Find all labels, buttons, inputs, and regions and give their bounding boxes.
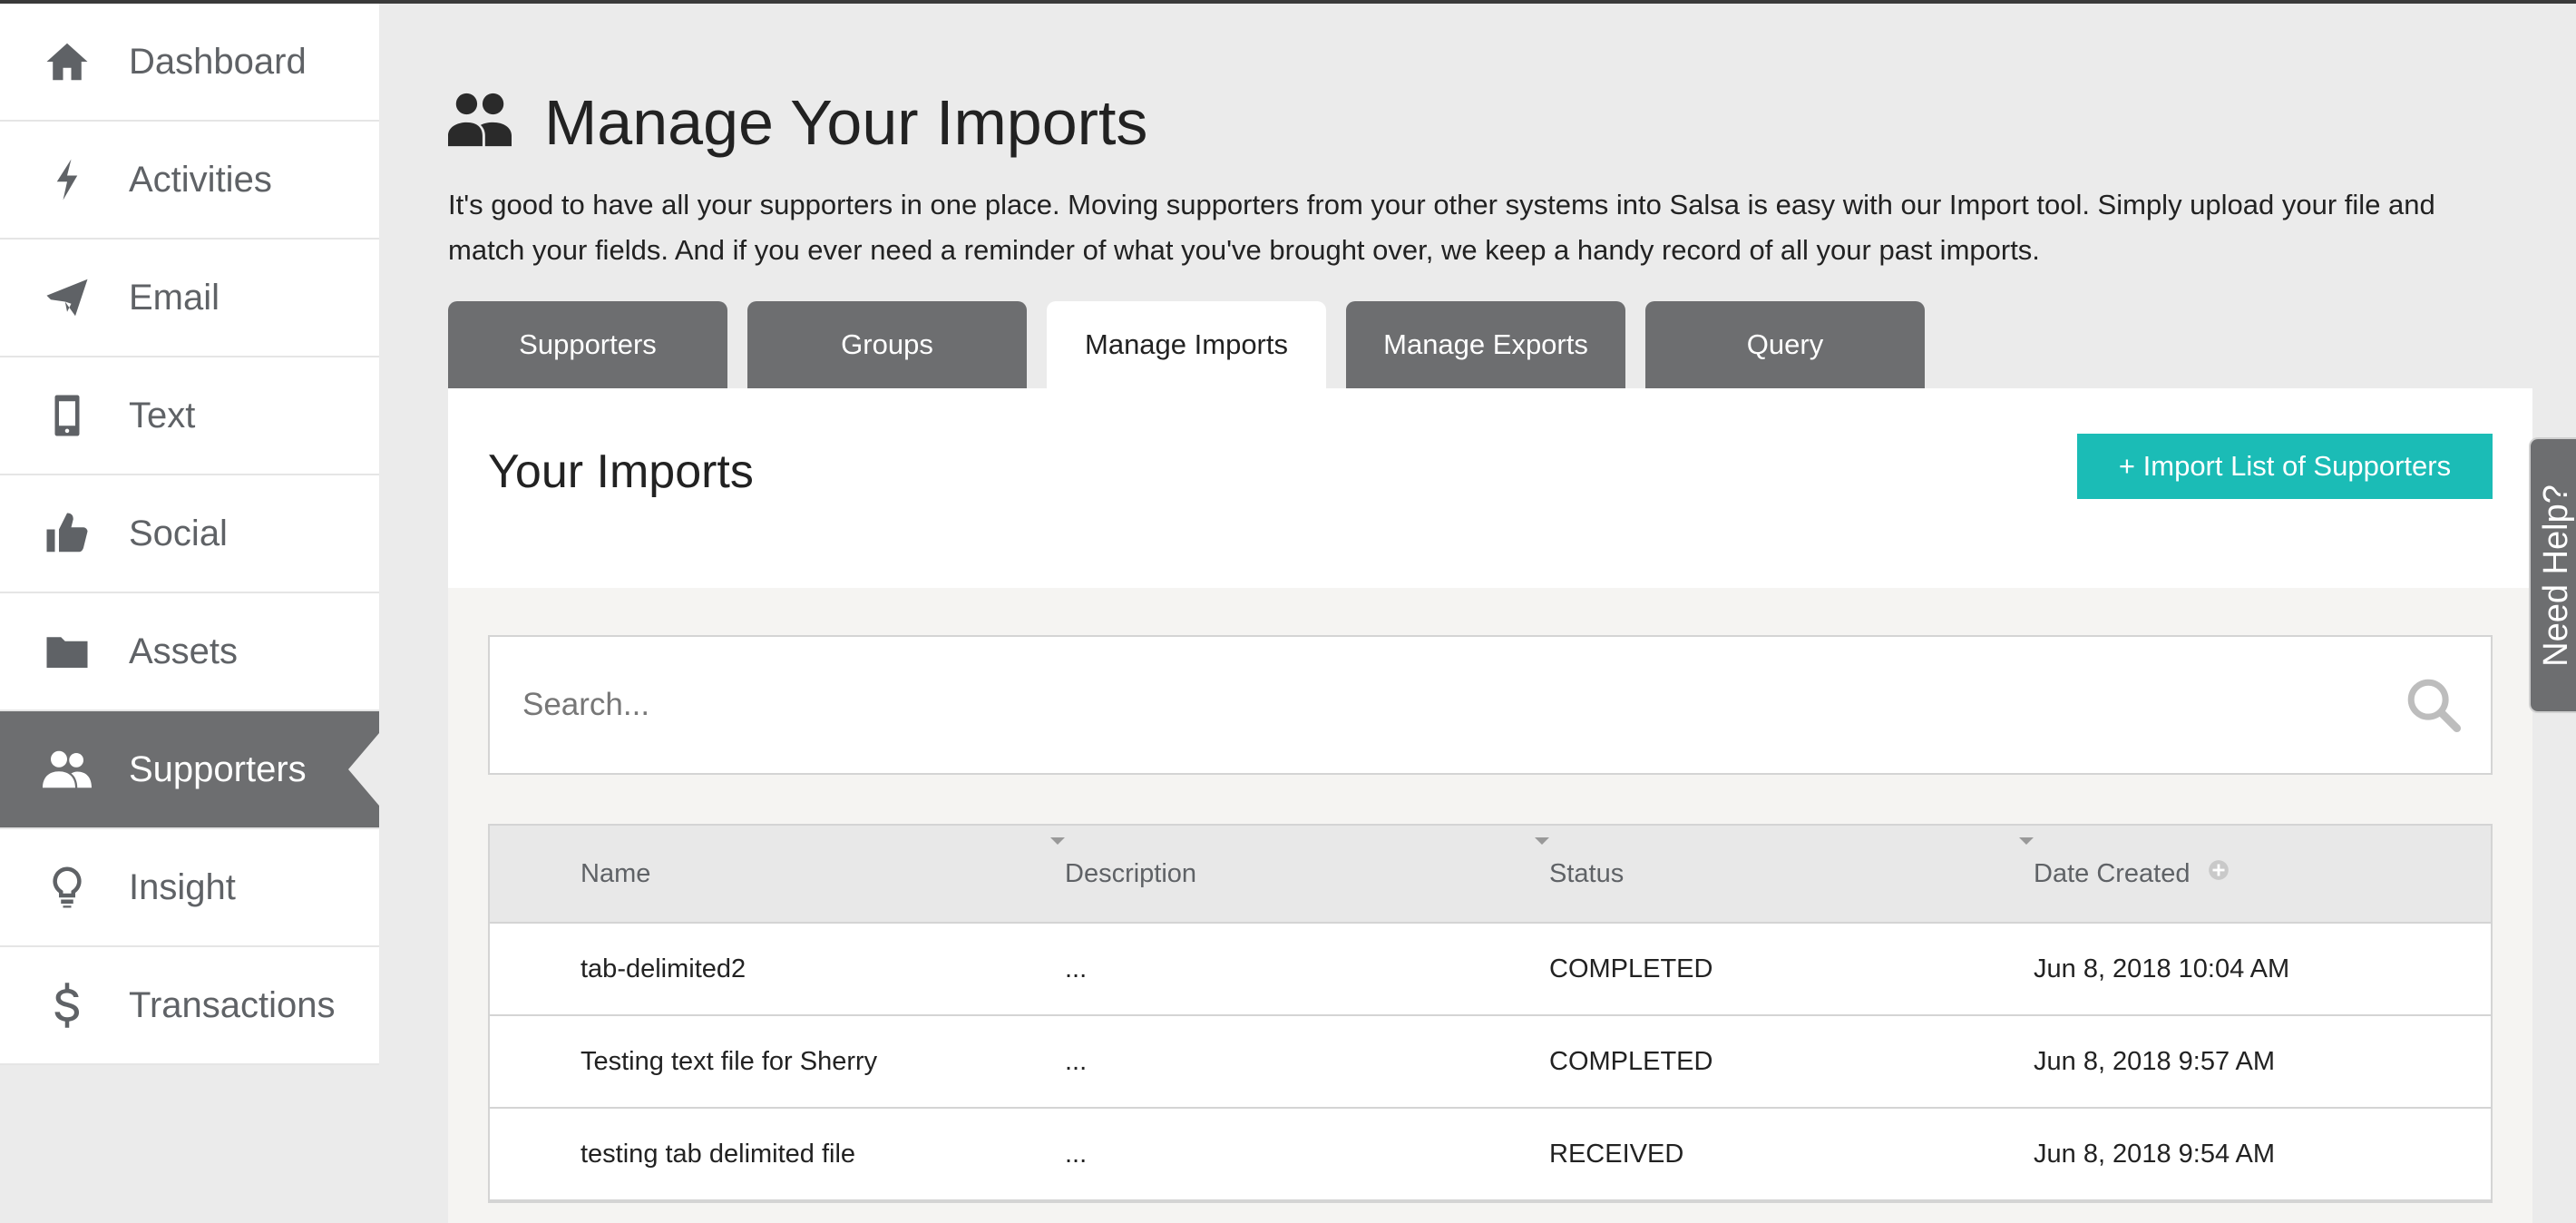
import-list-button[interactable]: + Import List of Supporters	[2077, 434, 2493, 499]
sidebar-item-text[interactable]: Text	[0, 357, 379, 475]
column-header-label: Status	[1549, 858, 1625, 888]
sidebar-item-dashboard[interactable]: Dashboard	[0, 4, 379, 122]
column-resize-caret-icon	[1535, 837, 1549, 845]
page-title: Manage Your Imports	[544, 86, 1148, 158]
intro-text: It's good to have all your supporters in…	[448, 189, 2435, 266]
row-status: COMPLETED	[1549, 1046, 1713, 1076]
table-header: Name Description Status Date Created	[490, 826, 2491, 924]
imports-table: Name Description Status Date Created tab…	[488, 824, 2493, 1203]
row-date: Jun 8, 2018 9:57 AM	[2034, 1046, 2276, 1076]
paper-plane-icon	[42, 272, 93, 323]
column-header-description[interactable]: Description	[1065, 837, 1549, 889]
page-header: Manage Your Imports	[448, 44, 1147, 201]
sidebar-item-label: Email	[129, 277, 220, 318]
row-name[interactable]: testing tab delimited file	[581, 1140, 1065, 1169]
mobile-phone-icon	[42, 390, 93, 441]
search-icon[interactable]	[2402, 673, 2465, 741]
sidebar-item-label: Activities	[129, 159, 272, 200]
tab-query[interactable]: Query	[1645, 301, 1925, 388]
need-help-tab[interactable]: Need Help?	[2529, 437, 2576, 713]
column-header-label: Description	[1065, 858, 1197, 888]
sidebar-item-social[interactable]: Social	[0, 475, 379, 593]
table-row[interactable]: Testing text file for Sherry ... COMPLET…	[490, 1016, 2491, 1109]
home-icon	[42, 36, 93, 87]
tab-manage-exports[interactable]: Manage Exports	[1346, 301, 1625, 388]
column-header-status[interactable]: Status	[1549, 837, 2034, 889]
row-date: Jun 8, 2018 10:04 AM	[2034, 954, 2290, 983]
row-description: ...	[1065, 954, 1088, 983]
sidebar-item-label: Assets	[129, 631, 239, 671]
users-icon	[42, 744, 93, 795]
dollar-icon	[42, 980, 93, 1031]
row-name[interactable]: tab-delimited2	[581, 954, 1065, 984]
sort-icon[interactable]	[2207, 858, 2230, 889]
sidebar-item-label: Text	[129, 395, 196, 435]
tab-bar: Supporters Groups Manage Imports Manage …	[448, 301, 1945, 388]
tab-groups[interactable]: Groups	[747, 301, 1027, 388]
sidebar-item-transactions[interactable]: Transactions	[0, 947, 379, 1065]
sidebar-item-label: Transactions	[129, 984, 336, 1025]
column-header-date-created[interactable]: Date Created	[2034, 858, 2487, 889]
sidebar-item-email[interactable]: Email	[0, 240, 379, 357]
sidebar-item-label: Social	[129, 513, 228, 553]
top-border	[0, 0, 2576, 4]
row-name[interactable]: Testing text file for Sherry	[581, 1047, 1065, 1077]
search-input[interactable]	[521, 686, 2244, 724]
search-box	[488, 635, 2493, 775]
tab-supporters[interactable]: Supporters	[448, 301, 727, 388]
panel-body: Name Description Status Date Created	[448, 588, 2532, 1223]
thumbs-up-icon	[42, 508, 93, 559]
panel-title: Your Imports	[488, 445, 754, 498]
folder-icon	[42, 626, 93, 677]
row-status: COMPLETED	[1549, 954, 1713, 983]
users-icon	[448, 88, 512, 156]
lightning-icon	[42, 154, 93, 205]
need-help-label: Need Help?	[2536, 484, 2575, 667]
row-status: RECEIVED	[1549, 1139, 1684, 1169]
row-date: Jun 8, 2018 9:54 AM	[2034, 1139, 2276, 1169]
column-header-label: Date Created	[2034, 858, 2191, 888]
sidebar-item-insight[interactable]: Insight	[0, 829, 379, 947]
imports-panel: Your Imports + Import List of Supporters…	[448, 388, 2532, 1223]
tab-manage-imports[interactable]: Manage Imports	[1047, 301, 1326, 388]
lightbulb-icon	[42, 862, 93, 913]
sidebar-item-activities[interactable]: Activities	[0, 122, 379, 240]
sidebar-item-label: Supporters	[129, 748, 307, 789]
panel-header: Your Imports + Import List of Supporters	[448, 388, 2532, 588]
sidebar-nav: Dashboard Activities Email Text Social A…	[0, 4, 379, 1065]
table-row[interactable]: tab-delimited2 ... COMPLETED Jun 8, 2018…	[490, 924, 2491, 1016]
sidebar-item-assets[interactable]: Assets	[0, 593, 379, 711]
row-description: ...	[1065, 1046, 1088, 1076]
column-header-name[interactable]: Name	[581, 837, 1065, 889]
sidebar-item-supporters[interactable]: Supporters	[0, 711, 379, 829]
row-description: ...	[1065, 1139, 1088, 1169]
column-resize-caret-icon	[1050, 837, 1065, 845]
table-row[interactable]: testing tab delimited file ... RECEIVED …	[490, 1109, 2491, 1201]
sidebar-item-label: Insight	[129, 866, 236, 907]
column-resize-caret-icon	[2019, 837, 2034, 845]
sidebar-item-label: Dashboard	[129, 41, 307, 82]
column-header-label: Name	[581, 858, 651, 888]
